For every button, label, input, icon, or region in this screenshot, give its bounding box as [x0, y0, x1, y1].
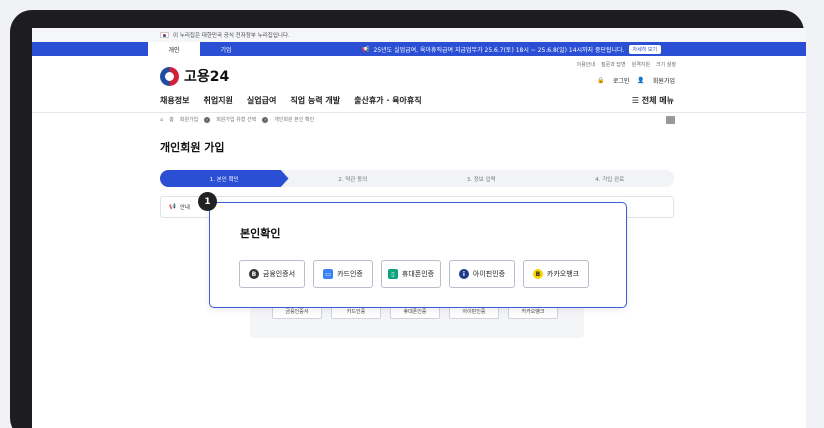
certificate-icon: B: [248, 269, 259, 279]
nav-item-employment-support[interactable]: 취업지원: [203, 95, 232, 106]
card-icon: ▭: [323, 269, 334, 279]
nav-item-unemployment[interactable]: 실업급여: [247, 95, 276, 106]
notice: 📢 25년도 실업급여, 육아휴직급여 지급업무가 25.6.7(토) 18시 …: [362, 42, 662, 56]
identity-verification-popup: 본인확인 B 금융인증서 ▭ 카드인증 ▯ 휴대폰인증 i 아이핀인증 B 카카…: [209, 202, 627, 308]
gov-banner-text: 이 누리집은 대한민국 공식 전자정부 누리집입니다.: [173, 33, 290, 39]
nav-item-jobs[interactable]: 채용정보: [160, 95, 189, 106]
notice-detail-button[interactable]: 자세히 보기: [628, 44, 662, 54]
login-link[interactable]: 로그인: [613, 76, 630, 85]
top-bar: 개인 기업 📢 25년도 실업급여, 육아휴직급여 지급업무가 25.6.7(토…: [32, 42, 806, 56]
gov-banner: 이 누리집은 대한민국 공식 전자정부 누리집입니다.: [32, 28, 806, 42]
person-icon: 👤: [637, 77, 645, 84]
hamburger-icon: ☰: [631, 96, 639, 105]
step-number-badge: 1: [198, 192, 217, 211]
step-terms: 2. 약관 동의: [338, 176, 368, 183]
site-logo[interactable]: 고용24: [160, 66, 229, 86]
auth-label: 카드인증: [337, 270, 363, 278]
breadcrumb-home[interactable]: 홈: [169, 116, 174, 123]
auth-kakaobank-button[interactable]: B 카카오뱅크: [523, 260, 589, 288]
nav-item-parental-leave[interactable]: 출산휴가 · 육아휴직: [354, 95, 422, 106]
nav-divider: [32, 112, 806, 113]
auth-label: 휴대폰인증: [401, 270, 435, 278]
megaphone-icon: 📢: [169, 204, 176, 210]
logo-emblem-icon: [160, 66, 179, 86]
chevron-icon: ›: [262, 116, 269, 123]
util-link-remote[interactable]: 원격지원: [632, 61, 650, 68]
lock-icon: 🔒: [597, 77, 605, 84]
util-link-guide[interactable]: 이용안내: [577, 61, 595, 68]
auth-card-button[interactable]: ▭ 카드인증: [313, 260, 373, 288]
auth-label: 카카오뱅크: [546, 270, 580, 278]
auth-label: 금융인증서: [262, 270, 296, 278]
page-title: 개인회원 가입: [160, 141, 225, 154]
print-icon[interactable]: [666, 116, 675, 124]
signup-link[interactable]: 회원가입: [653, 76, 675, 85]
auth-ipin-button[interactable]: i 아이핀인증: [449, 260, 515, 288]
breadcrumb-signup[interactable]: 회원가입: [180, 116, 198, 123]
account-links: 🔒 로그인 👤 회원가입: [597, 76, 675, 85]
step-complete: 4. 가입 완료: [595, 176, 625, 183]
tab-personal[interactable]: 개인: [148, 42, 200, 56]
home-icon: ⌂: [160, 116, 164, 123]
logo-text: 고용24: [184, 69, 230, 85]
browser-screen: 이 누리집은 대한민국 공식 전자정부 누리집입니다. 개인 기업 📢 25년도…: [32, 28, 806, 428]
all-menu-label: 전체 메뉴: [641, 96, 674, 105]
kakaobank-icon: B: [532, 269, 543, 279]
breadcrumb-current: 개인회원 본인 확인: [274, 117, 315, 123]
breadcrumb: ⌂ 홈 회원가입 › 회원가입 유형 선택 › 개인회원 본인 확인: [160, 116, 314, 123]
flag-icon: [160, 32, 169, 38]
ipin-icon: i: [458, 269, 469, 279]
tab-business[interactable]: 기업: [200, 42, 252, 56]
megaphone-icon: 📢: [362, 45, 370, 53]
device-frame: 이 누리집은 대한민국 공식 전자정부 누리집입니다. 개인 기업 📢 25년도…: [10, 10, 806, 428]
step-identity: 1. 본인 확인: [160, 170, 289, 187]
util-links: 이용안내 질문과 답변 원격지원 크기 설정: [577, 61, 676, 68]
auth-label: 아이핀인증: [472, 270, 506, 278]
popup-title: 본인확인: [240, 227, 281, 240]
notice-text: 25년도 실업급여, 육아휴직급여 지급업무가 25.6.7(토) 18시 ~ …: [373, 46, 625, 54]
auth-financial-cert-button[interactable]: B 금융인증서: [239, 260, 305, 288]
chevron-icon: ›: [204, 116, 211, 123]
phone-icon: ▯: [387, 269, 398, 279]
breadcrumb-type[interactable]: 회원가입 유형 선택: [216, 116, 256, 123]
main-nav: 채용정보 취업지원 실업급여 직업 능력 개발 출산휴가 · 육아휴직: [160, 95, 422, 106]
auth-methods: B 금융인증서 ▭ 카드인증 ▯ 휴대폰인증 i 아이핀인증 B 카카오뱅크: [239, 260, 589, 288]
util-link-qna[interactable]: 질문과 답변: [601, 61, 626, 68]
guide-label: 안내: [179, 205, 190, 211]
auth-phone-button[interactable]: ▯ 휴대폰인증: [381, 260, 441, 288]
signup-steps: 1. 본인 확인 2. 약관 동의 3. 정보 입력 4. 가입 완료: [160, 170, 674, 187]
step-info: 3. 정보 입력: [466, 176, 496, 183]
nav-item-skills[interactable]: 직업 능력 개발: [290, 95, 340, 106]
all-menu-button[interactable]: ☰ 전체 메뉴: [632, 95, 674, 106]
util-link-size[interactable]: 크기 설정: [656, 61, 676, 68]
